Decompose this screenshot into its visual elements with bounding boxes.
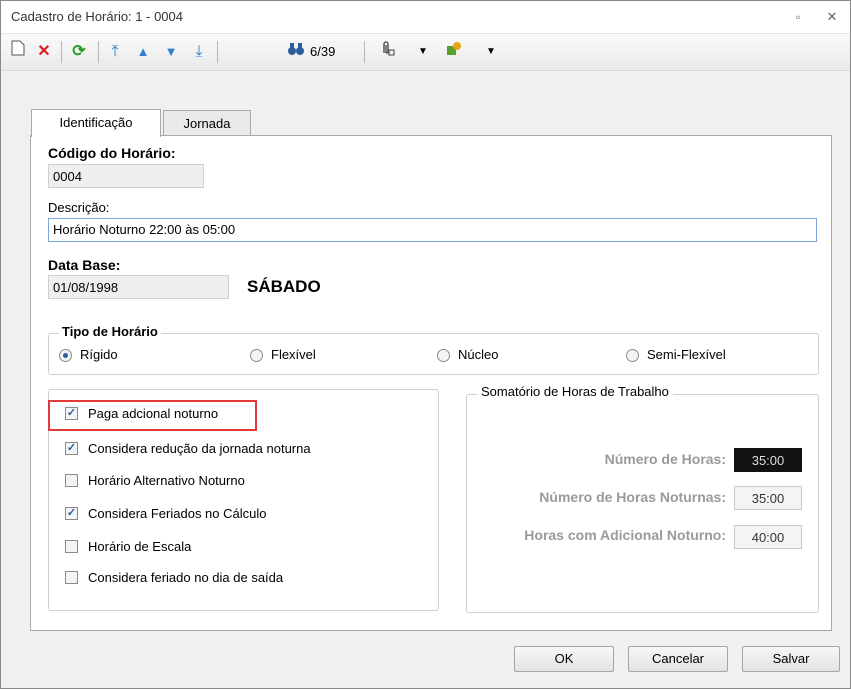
window-title: Cadastro de Horário: 1 - 0004 — [11, 9, 183, 24]
toolbar-separator — [217, 41, 218, 63]
record-counter: 6/39 — [310, 44, 336, 59]
weekday-label: SÁBADO — [247, 277, 321, 296]
descricao-input[interactable]: Horário Noturno 22:00 às 05:00 — [48, 218, 817, 242]
checkbox-reducao-jornada[interactable]: ✓ — [65, 442, 78, 455]
toolbar: ✕ ⟳ ⤒ ▲ ▼ ⤓ 6/39 ▼ ▼ — [1, 34, 850, 71]
plugin-dropdown-icon[interactable]: ▼ — [484, 40, 498, 64]
radio-semi-flexivel[interactable] — [626, 349, 639, 362]
horas-noturnas-value: 35:00 — [734, 486, 802, 510]
tipo-horario-title: Tipo de Horário — [59, 324, 161, 339]
delete-icon[interactable]: ✕ — [33, 40, 55, 64]
descricao-label: Descrição: — [48, 200, 110, 215]
binoculars-icon[interactable] — [284, 40, 308, 64]
highlight-box — [48, 400, 257, 431]
numero-horas-label: Número de Horas: — [604, 451, 726, 467]
checkbox-reducao-jornada-label[interactable]: Considera redução da jornada noturna — [88, 441, 311, 456]
save-button[interactable]: Salvar — [742, 646, 840, 672]
checkbox-feriado-saida[interactable] — [65, 571, 78, 584]
horas-adicional-label: Horas com Adicional Noturno: — [524, 527, 726, 543]
checkbox-horario-escala[interactable] — [65, 540, 78, 553]
codigo-field: 0004 — [48, 164, 204, 188]
first-record-icon[interactable]: ⤒ — [104, 40, 126, 64]
close-icon[interactable]: ✕ — [822, 7, 842, 27]
attach-dropdown-icon[interactable]: ▼ — [416, 40, 430, 64]
prev-record-icon[interactable]: ▲ — [132, 40, 154, 64]
title-bar: Cadastro de Horário: 1 - 0004 ▫ ✕ — [1, 1, 850, 34]
ok-button[interactable]: OK — [514, 646, 614, 672]
next-record-icon[interactable]: ▼ — [160, 40, 182, 64]
toolbar-separator — [98, 41, 99, 63]
radio-nucleo[interactable] — [437, 349, 450, 362]
checkbox-alternativo-noturno-label[interactable]: Horário Alternativo Noturno — [88, 473, 245, 488]
tab-identificacao[interactable]: Identificação — [31, 109, 161, 137]
checkbox-feriados-calculo[interactable]: ✓ — [65, 507, 78, 520]
radio-semi-flexivel-label[interactable]: Semi-Flexível — [647, 347, 726, 362]
data-base-label: Data Base: — [48, 257, 121, 273]
data-base-field: 01/08/1998 — [48, 275, 229, 299]
refresh-icon[interactable]: ⟳ — [67, 40, 91, 64]
toolbar-separator — [61, 41, 62, 63]
tab-jornada[interactable]: Jornada — [163, 110, 251, 136]
checkbox-feriados-calculo-label[interactable]: Considera Feriados no Cálculo — [88, 506, 266, 521]
radio-flexivel[interactable] — [250, 349, 263, 362]
horas-noturnas-label: Número de Horas Noturnas: — [539, 489, 726, 505]
dialog-window: Cadastro de Horário: 1 - 0004 ▫ ✕ ✕ ⟳ ⤒ … — [0, 0, 851, 689]
radio-nucleo-label[interactable]: Núcleo — [458, 347, 498, 362]
numero-horas-value: 35:00 — [734, 448, 802, 472]
checkbox-feriado-saida-label[interactable]: Considera feriado no dia de saída — [88, 570, 283, 585]
toolbar-separator — [364, 41, 365, 63]
horas-adicional-value: 40:00 — [734, 525, 802, 549]
checkbox-alternativo-noturno[interactable] — [65, 474, 78, 487]
radio-rigido-label[interactable]: Rígido — [80, 347, 118, 362]
last-record-icon[interactable]: ⤓ — [188, 40, 210, 64]
plugin-icon[interactable] — [442, 40, 466, 64]
checkbox-horario-escala-label[interactable]: Horário de Escala — [88, 539, 191, 554]
radio-rigido[interactable] — [59, 349, 72, 362]
somatorio-title: Somatório de Horas de Trabalho — [477, 384, 673, 399]
new-doc-icon[interactable] — [7, 40, 29, 64]
codigo-label: Código do Horário: — [48, 145, 176, 161]
cancel-button[interactable]: Cancelar — [628, 646, 728, 672]
restore-icon[interactable]: ▫ — [788, 7, 808, 27]
radio-flexivel-label[interactable]: Flexível — [271, 347, 316, 362]
attach-icon[interactable] — [374, 40, 400, 64]
